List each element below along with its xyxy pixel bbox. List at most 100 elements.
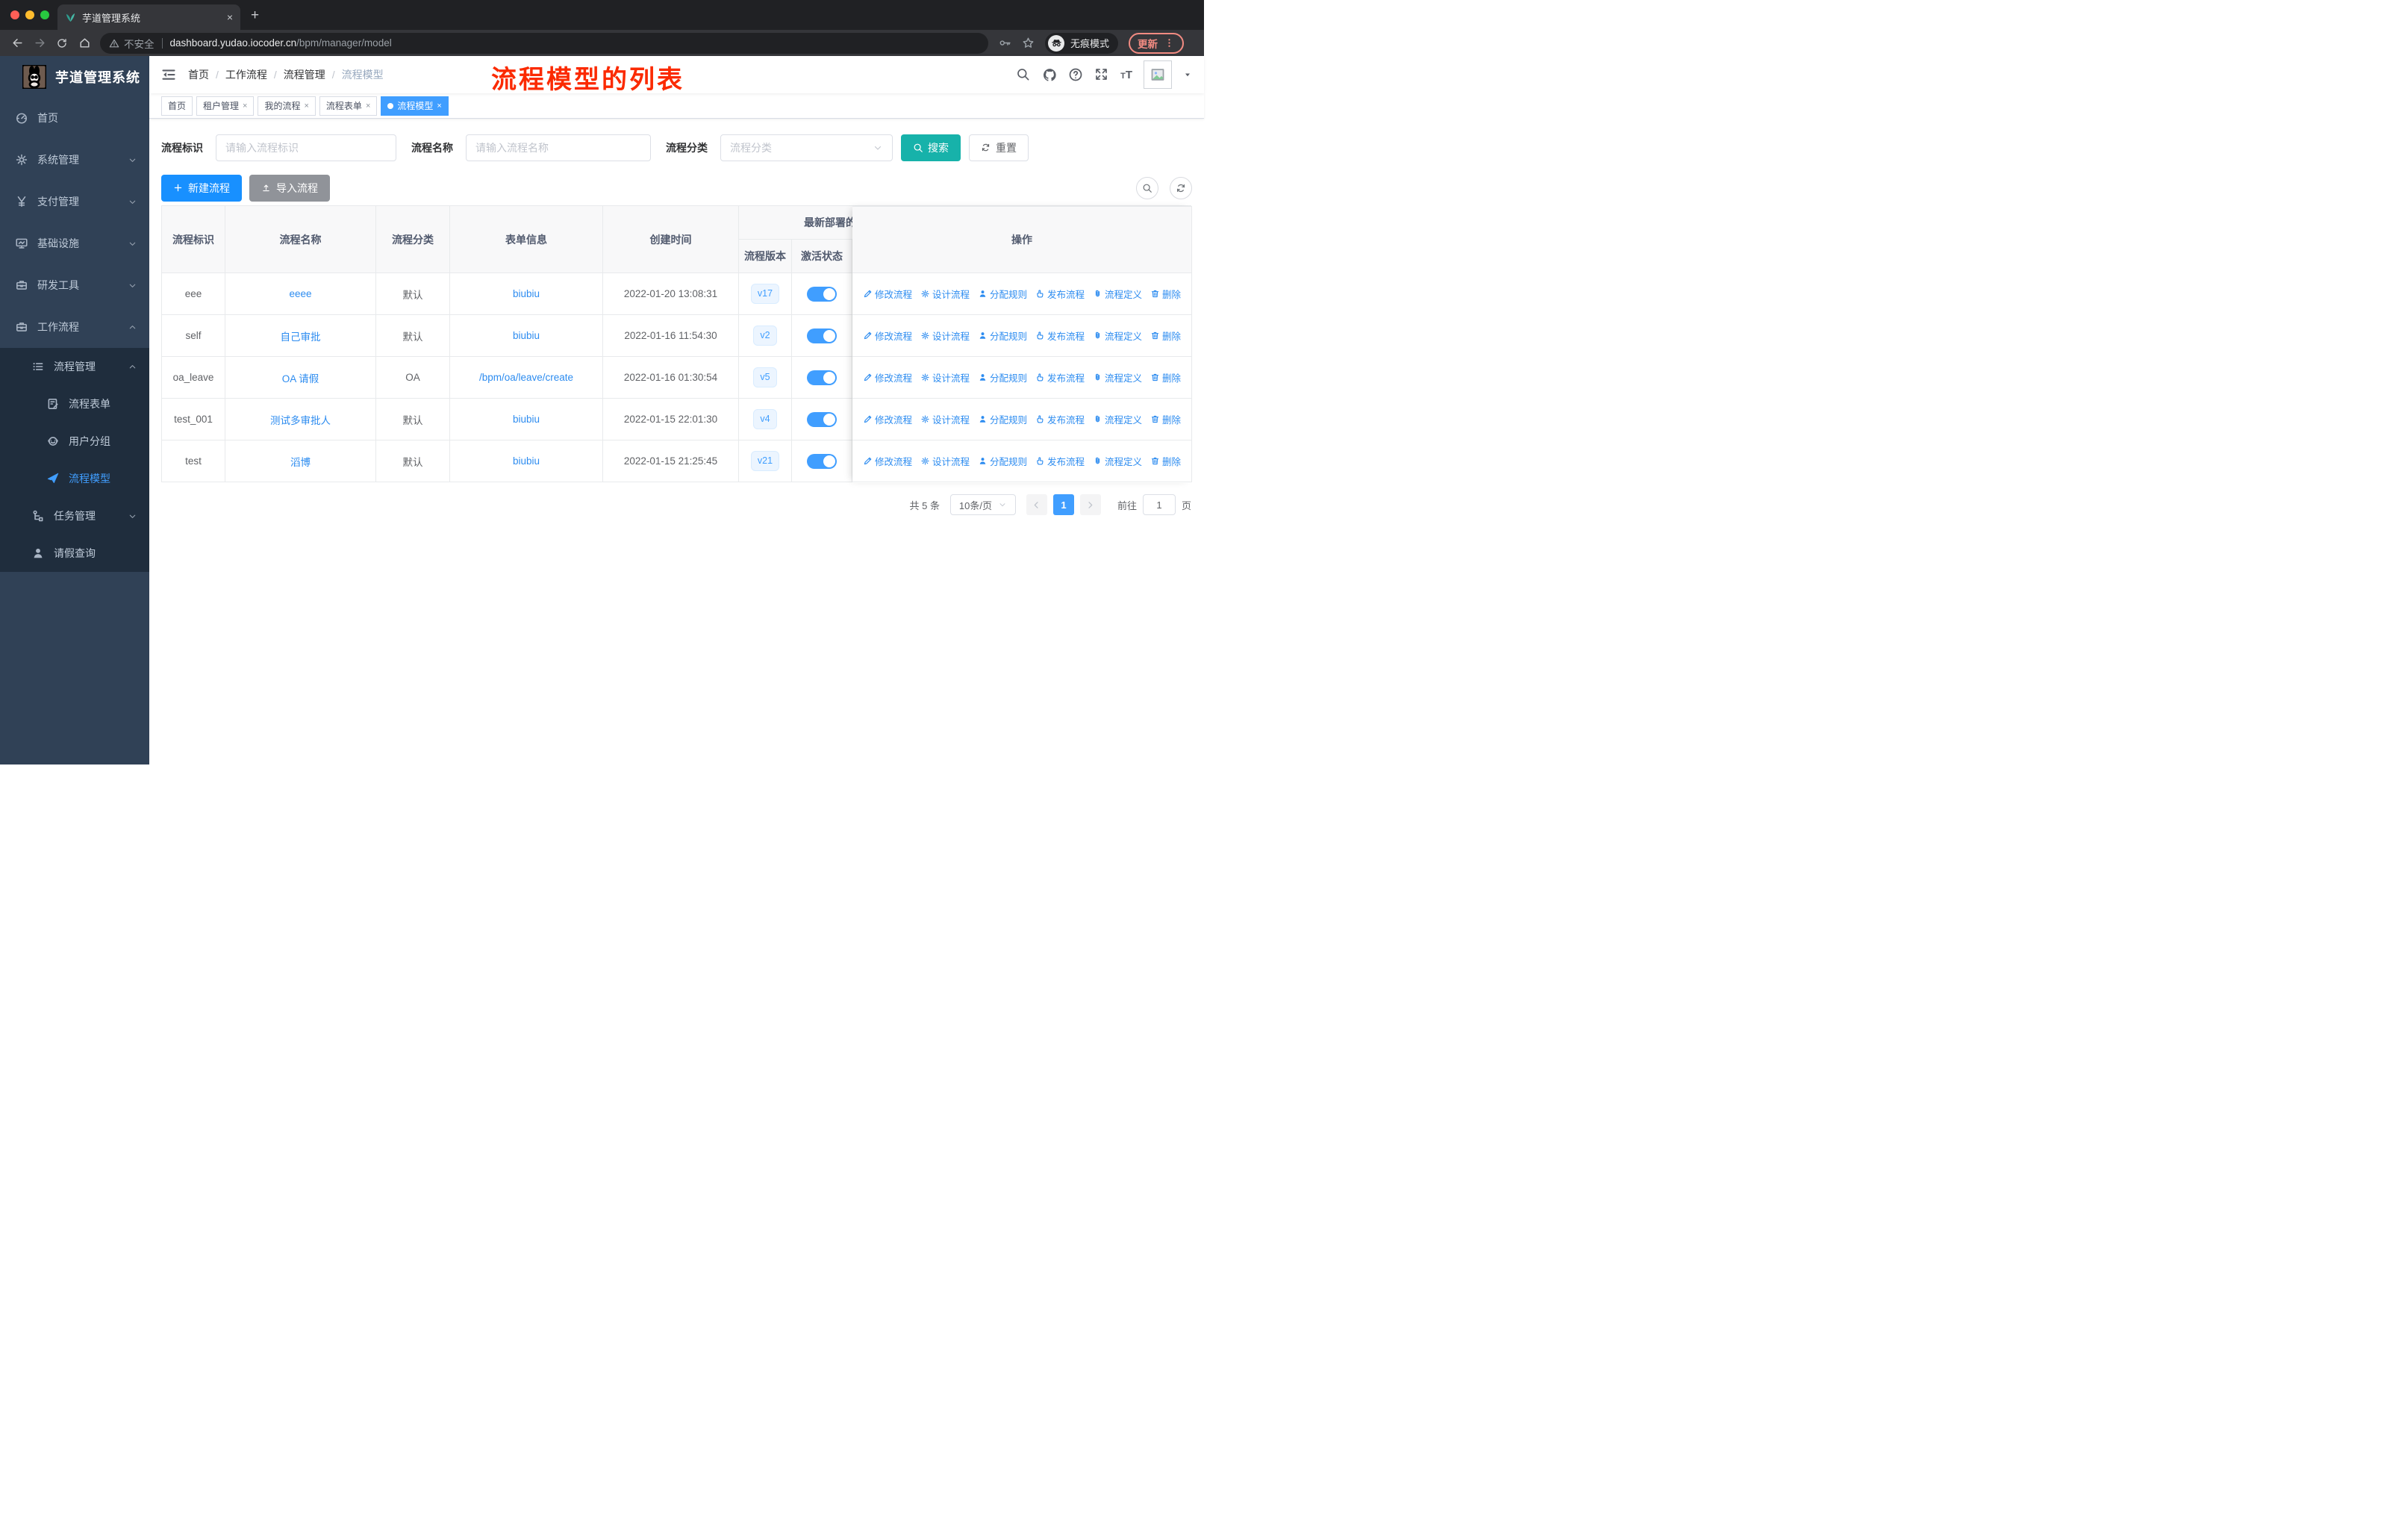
action-修改流程[interactable]: 修改流程 bbox=[863, 412, 912, 426]
action-设计流程[interactable]: 设计流程 bbox=[920, 328, 970, 343]
close-icon[interactable]: × bbox=[437, 102, 441, 110]
form-info-link[interactable]: biubiu bbox=[513, 288, 540, 299]
action-分配规则[interactable]: 分配规则 bbox=[978, 328, 1027, 343]
question-icon[interactable] bbox=[1068, 67, 1083, 82]
tag-首页[interactable]: 首页 bbox=[161, 96, 193, 116]
form-info-link[interactable]: biubiu bbox=[513, 414, 540, 425]
close-icon[interactable]: × bbox=[243, 102, 247, 110]
action-修改流程[interactable]: 修改流程 bbox=[863, 287, 912, 301]
action-设计流程[interactable]: 设计流程 bbox=[920, 287, 970, 301]
action-设计流程[interactable]: 设计流程 bbox=[920, 454, 970, 468]
process-name-link[interactable]: eeee bbox=[289, 288, 311, 299]
avatar[interactable] bbox=[1144, 60, 1172, 89]
key-icon[interactable] bbox=[999, 37, 1011, 49]
action-发布流程[interactable]: 发布流程 bbox=[1035, 287, 1085, 301]
breadcrumb-item[interactable]: 流程管理 bbox=[284, 67, 325, 82]
tab-close-icon[interactable]: × bbox=[227, 11, 233, 23]
action-删除[interactable]: 删除 bbox=[1150, 412, 1181, 426]
sidebar-item-流程表单[interactable]: 流程表单 bbox=[0, 385, 149, 423]
sidebar-item-任务管理[interactable]: 任务管理 bbox=[0, 497, 149, 535]
action-修改流程[interactable]: 修改流程 bbox=[863, 328, 912, 343]
action-分配规则[interactable]: 分配规则 bbox=[978, 454, 1027, 468]
action-流程定义[interactable]: 流程定义 bbox=[1093, 412, 1142, 426]
active-toggle[interactable] bbox=[807, 411, 837, 427]
hamburger-icon[interactable] bbox=[161, 67, 176, 82]
action-流程定义[interactable]: 流程定义 bbox=[1093, 454, 1142, 468]
reload-icon[interactable] bbox=[51, 33, 73, 54]
reset-button[interactable]: 重置 bbox=[969, 134, 1029, 161]
close-window-button[interactable] bbox=[10, 10, 19, 19]
breadcrumb-item[interactable]: 首页 bbox=[188, 67, 209, 82]
fullscreen-icon[interactable] bbox=[1094, 67, 1109, 82]
process-category-select[interactable]: 流程分类 bbox=[720, 134, 893, 161]
action-修改流程[interactable]: 修改流程 bbox=[863, 454, 912, 468]
form-info-link[interactable]: biubiu bbox=[513, 455, 540, 467]
update-label[interactable]: 更新 bbox=[1138, 36, 1158, 51]
search-icon[interactable] bbox=[1016, 67, 1031, 82]
action-发布流程[interactable]: 发布流程 bbox=[1035, 412, 1085, 426]
tag-我的流程[interactable]: 我的流程 × bbox=[258, 96, 316, 116]
sidebar-item-流程管理[interactable]: 流程管理 bbox=[0, 348, 149, 385]
sidebar-item-流程模型[interactable]: 流程模型 bbox=[0, 460, 149, 497]
new-tab-button[interactable]: + bbox=[251, 7, 259, 24]
action-删除[interactable]: 删除 bbox=[1150, 287, 1181, 301]
sidebar-item-工作流程[interactable]: 工作流程 bbox=[0, 306, 149, 348]
action-修改流程[interactable]: 修改流程 bbox=[863, 370, 912, 384]
active-toggle[interactable] bbox=[807, 328, 837, 343]
refresh-table-button[interactable] bbox=[1170, 177, 1192, 199]
version-tag[interactable]: v2 bbox=[753, 326, 777, 346]
action-发布流程[interactable]: 发布流程 bbox=[1035, 328, 1085, 343]
address-bar[interactable]: 不安全 dashboard.yudao.iocoder.cn /bpm/mana… bbox=[100, 32, 988, 54]
active-toggle[interactable] bbox=[807, 286, 837, 302]
caret-down-icon[interactable] bbox=[1183, 70, 1192, 79]
next-page-button[interactable] bbox=[1079, 494, 1101, 515]
breadcrumb-item[interactable]: 工作流程 bbox=[225, 67, 267, 82]
process-name-link[interactable]: 测试多审批人 bbox=[270, 412, 331, 427]
page-size-select[interactable]: 10条/页 bbox=[949, 494, 1016, 515]
sidebar-item-研发工具[interactable]: 研发工具 bbox=[0, 264, 149, 306]
action-删除[interactable]: 删除 bbox=[1150, 370, 1181, 384]
back-icon[interactable] bbox=[6, 33, 28, 54]
sidebar-item-基础设施[interactable]: 基础设施 bbox=[0, 222, 149, 264]
font-size-icon[interactable]: TT bbox=[1120, 69, 1132, 81]
version-tag[interactable]: v17 bbox=[750, 284, 780, 304]
tag-流程模型[interactable]: 流程模型 × bbox=[381, 96, 449, 116]
close-icon[interactable]: × bbox=[366, 102, 370, 110]
action-流程定义[interactable]: 流程定义 bbox=[1093, 370, 1142, 384]
action-设计流程[interactable]: 设计流程 bbox=[920, 412, 970, 426]
sidebar-item-请假查询[interactable]: 请假查询 bbox=[0, 535, 149, 572]
action-发布流程[interactable]: 发布流程 bbox=[1035, 454, 1085, 468]
version-tag[interactable]: v21 bbox=[750, 451, 780, 471]
forward-icon[interactable] bbox=[28, 33, 51, 54]
process-name-link[interactable]: 自己审批 bbox=[281, 328, 321, 343]
import-process-button[interactable]: 导入流程 bbox=[249, 175, 330, 202]
security-label[interactable]: 不安全 bbox=[124, 36, 155, 51]
process-id-input[interactable] bbox=[225, 142, 387, 154]
tag-流程表单[interactable]: 流程表单 × bbox=[319, 96, 378, 116]
version-tag[interactable]: v5 bbox=[753, 367, 777, 387]
action-删除[interactable]: 删除 bbox=[1150, 454, 1181, 468]
browser-tab[interactable]: 芋道管理系统 × bbox=[57, 4, 240, 30]
process-name-input[interactable] bbox=[475, 142, 641, 154]
star-icon[interactable] bbox=[1022, 37, 1035, 49]
sidebar-item-系统管理[interactable]: 系统管理 bbox=[0, 139, 149, 181]
goto-page-input[interactable]: 1 bbox=[1142, 494, 1176, 515]
sidebar-item-用户分组[interactable]: 用户分组 bbox=[0, 423, 149, 460]
page-number-button[interactable]: 1 bbox=[1052, 494, 1074, 515]
close-icon[interactable]: × bbox=[304, 102, 308, 110]
tag-租户管理[interactable]: 租户管理 × bbox=[196, 96, 255, 116]
action-流程定义[interactable]: 流程定义 bbox=[1093, 287, 1142, 301]
form-info-link[interactable]: /bpm/oa/leave/create bbox=[479, 372, 573, 383]
process-name-input[interactable] bbox=[466, 134, 651, 161]
prev-page-button[interactable] bbox=[1026, 494, 1047, 515]
action-分配规则[interactable]: 分配规则 bbox=[978, 412, 1027, 426]
sidebar-item-首页[interactable]: 首页 bbox=[0, 97, 149, 139]
action-流程定义[interactable]: 流程定义 bbox=[1093, 328, 1142, 343]
process-id-input[interactable] bbox=[216, 134, 396, 161]
menu-dots-icon[interactable] bbox=[1164, 37, 1175, 49]
toggle-search-button[interactable] bbox=[1136, 177, 1158, 199]
sidebar-item-支付管理[interactable]: 支付管理 bbox=[0, 181, 149, 222]
process-name-link[interactable]: 滔博 bbox=[290, 454, 311, 469]
minimize-window-button[interactable] bbox=[25, 10, 34, 19]
active-toggle[interactable] bbox=[807, 370, 837, 385]
